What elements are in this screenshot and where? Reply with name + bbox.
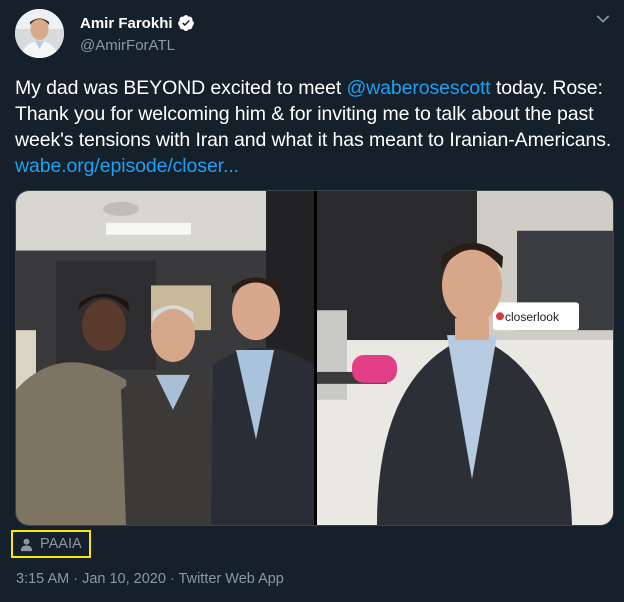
media-grid: closerlook xyxy=(15,190,614,526)
photo-guest-microphone[interactable]: closerlook xyxy=(317,191,613,525)
handle[interactable]: @AmirForATL xyxy=(80,37,195,54)
tweet-text-part: My dad was BEYOND excited to meet xyxy=(15,77,347,99)
author-block: Amir Farokhi @AmirForATL xyxy=(80,12,195,54)
tweet-text: My dad was BEYOND excited to meet @waber… xyxy=(15,75,615,179)
photo-group-studio[interactable] xyxy=(16,191,314,525)
mention-link[interactable]: @waberosescott xyxy=(346,77,490,99)
episode-link[interactable]: wabe.org/episode/closer... xyxy=(15,155,239,177)
tweet-timestamp[interactable]: 3:15 AM · Jan 10, 2020 · Twitter Web App xyxy=(16,571,284,587)
verified-badge-icon xyxy=(177,15,194,31)
display-name[interactable]: Amir Farokhi xyxy=(80,15,173,32)
location-label: PAAIA xyxy=(40,536,82,552)
avatar[interactable] xyxy=(15,9,64,58)
location-tag[interactable]: PAAIA xyxy=(11,530,91,558)
studio-sign: closerlook xyxy=(505,310,559,324)
tweet-card: Amir Farokhi @AmirForATL My dad was BEYO… xyxy=(0,0,624,602)
person-icon xyxy=(20,538,33,551)
chevron-down-icon[interactable] xyxy=(594,10,612,28)
